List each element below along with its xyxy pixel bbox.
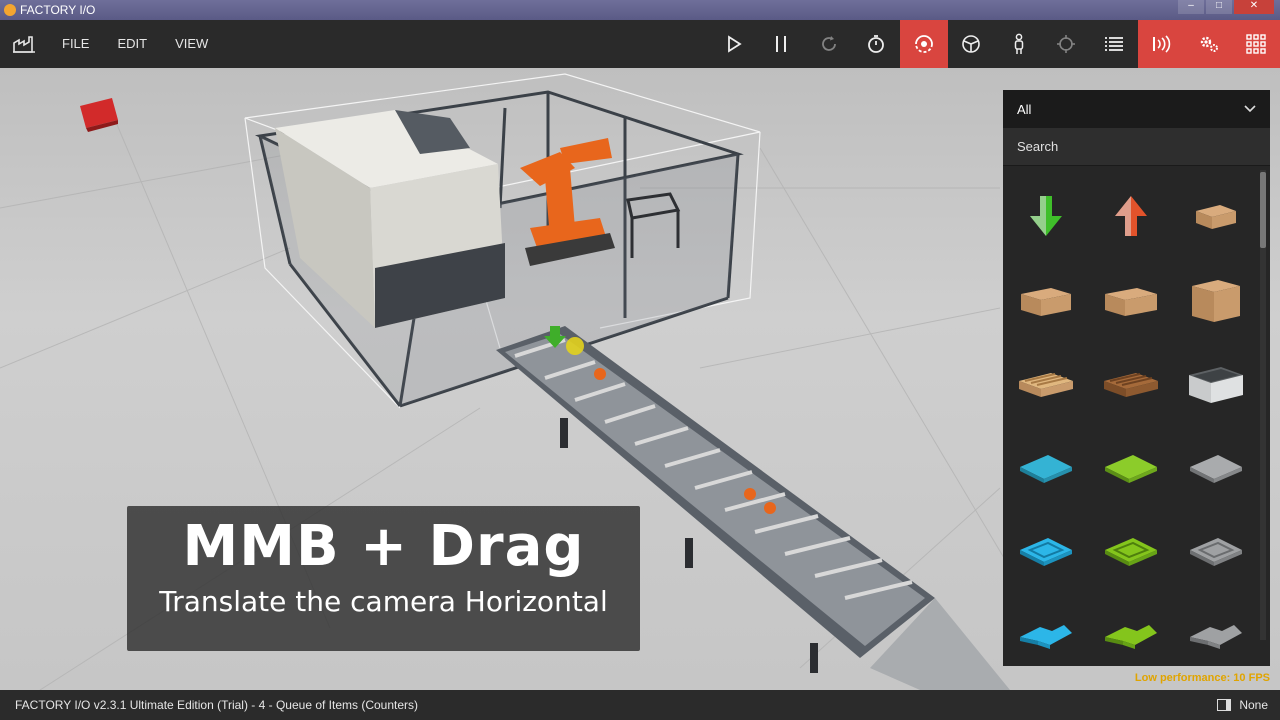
part-remover[interactable]	[1003, 174, 1088, 258]
close-icon[interactable]: ✕	[1234, 0, 1274, 14]
grid-icon	[1246, 34, 1266, 54]
menu-file[interactable]: FILE	[48, 20, 103, 68]
stopwatch-button[interactable]	[853, 20, 901, 68]
factory-logo-icon	[0, 20, 48, 68]
pause-button[interactable]	[758, 20, 806, 68]
part-large-box[interactable]	[1173, 258, 1258, 342]
green-lid-icon	[1104, 625, 1157, 649]
part-medium-box[interactable]	[1003, 258, 1088, 342]
window-title-bar: FACTORY I/O – □ ✕	[0, 0, 1280, 20]
parts-panel: All Search	[1003, 90, 1270, 666]
part-blue-plate[interactable]	[1003, 426, 1088, 510]
target-button[interactable]	[1043, 20, 1091, 68]
small-box-icon	[1195, 205, 1236, 229]
pallet-icon	[1103, 373, 1158, 397]
blue-lid-icon	[1019, 625, 1072, 649]
category-dropdown-value: All	[1017, 101, 1032, 117]
stopwatch-icon	[868, 35, 885, 53]
status-bar: FACTORY I/O v2.3.1 Ultimate Edition (Tri…	[0, 690, 1280, 720]
pause-icon	[776, 36, 787, 52]
blue-plate-icon	[1019, 455, 1072, 483]
panel-icon	[1217, 699, 1232, 711]
medium-box-icon	[1020, 288, 1071, 316]
emitter-icon	[1114, 196, 1147, 236]
part-gray-tray[interactable]	[1173, 510, 1258, 594]
gray-plate-icon	[1189, 455, 1242, 483]
gray-tray-icon	[1189, 538, 1242, 566]
large-box-icon	[1191, 280, 1240, 322]
part-emitter[interactable]	[1088, 174, 1173, 258]
green-plate-icon	[1104, 455, 1157, 483]
part-gray-plate[interactable]	[1173, 426, 1258, 510]
settings-gears-icon	[1200, 36, 1218, 52]
part-medium-box-2[interactable]	[1088, 258, 1173, 342]
list-button[interactable]	[1090, 20, 1138, 68]
green-tray-icon	[1104, 538, 1157, 566]
fly-camera-icon	[962, 35, 981, 53]
part-blue-tray[interactable]	[1003, 510, 1088, 594]
part-green-tray[interactable]	[1088, 510, 1173, 594]
selection-label: None	[1239, 698, 1268, 712]
search-input[interactable]: Search	[1003, 128, 1270, 166]
part-pallet-2[interactable]	[1088, 342, 1173, 426]
medium-box-icon	[1104, 288, 1157, 316]
settings-button[interactable]	[1185, 20, 1233, 68]
part-gray-lid[interactable]	[1173, 594, 1258, 666]
part-blue-lid[interactable]	[1003, 594, 1088, 666]
main-toolbar: FILE EDIT VIEW	[0, 20, 1280, 68]
part-small-box[interactable]	[1173, 174, 1258, 258]
menu-view[interactable]: VIEW	[161, 20, 222, 68]
stackable-box-icon	[1188, 367, 1243, 403]
fly-camera-button[interactable]	[948, 20, 996, 68]
grid-button[interactable]	[1232, 20, 1280, 68]
parts-scrollbar[interactable]	[1260, 170, 1266, 640]
minimize-icon[interactable]: –	[1178, 0, 1204, 14]
list-icon	[1104, 37, 1123, 51]
orbit-camera-icon	[914, 35, 933, 53]
tutorial-caption: MMB + Drag Translate the camera Horizont…	[127, 506, 640, 651]
first-person-icon	[1014, 33, 1023, 54]
category-dropdown[interactable]: All	[1003, 90, 1270, 128]
play-button[interactable]	[710, 20, 758, 68]
sensor-button[interactable]	[1137, 20, 1185, 68]
reset-icon	[821, 36, 836, 51]
orbit-camera-button[interactable]	[900, 20, 948, 68]
play-icon	[727, 35, 742, 53]
blue-tray-icon	[1019, 538, 1072, 566]
window-controls: – □ ✕	[1178, 0, 1274, 14]
pallet-icon	[1018, 373, 1073, 397]
part-pallet[interactable]	[1003, 342, 1088, 426]
maximize-icon[interactable]: □	[1206, 0, 1232, 14]
part-green-lid[interactable]	[1088, 594, 1173, 666]
caption-subtitle: Translate the camera Horizontal	[159, 585, 608, 618]
caption-title: MMB + Drag	[182, 514, 585, 579]
part-green-plate[interactable]	[1088, 426, 1173, 510]
target-icon	[1057, 35, 1076, 53]
first-person-button[interactable]	[995, 20, 1043, 68]
parts-scrollbar-thumb[interactable]	[1260, 172, 1266, 248]
reset-button[interactable]	[805, 20, 853, 68]
remover-icon	[1029, 196, 1062, 236]
part-stackable-box[interactable]	[1173, 342, 1258, 426]
sensor-icon	[1153, 35, 1171, 53]
window-title: FACTORY I/O	[20, 3, 96, 17]
status-text: FACTORY I/O v2.3.1 Ultimate Edition (Tri…	[15, 698, 419, 712]
performance-warning: Low performance: 10 FPS	[1134, 672, 1270, 684]
menu-edit[interactable]: EDIT	[103, 20, 161, 68]
gray-lid-icon	[1189, 625, 1242, 649]
toolbar-tools	[710, 20, 1280, 68]
selection-indicator[interactable]: None	[1217, 690, 1268, 720]
app-icon	[4, 4, 16, 16]
chevron-down-icon	[1244, 105, 1256, 113]
parts-grid	[1003, 170, 1258, 666]
